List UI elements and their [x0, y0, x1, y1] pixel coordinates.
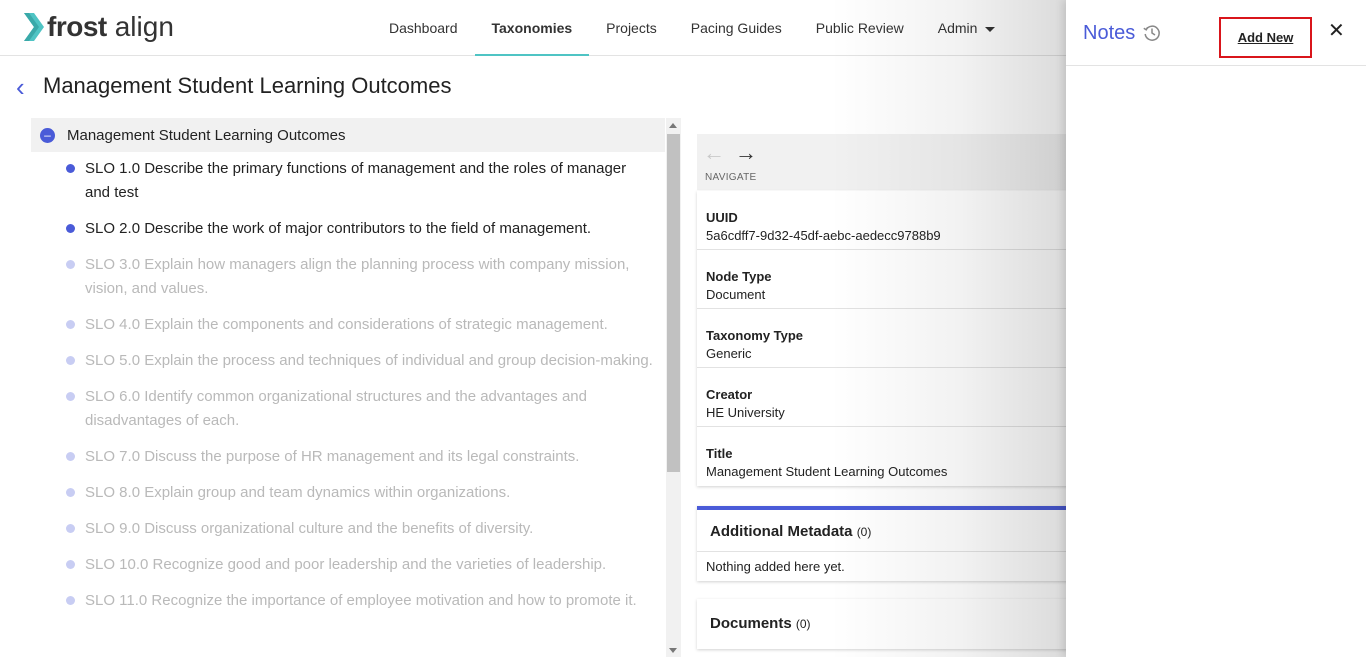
nav-pacing-guides[interactable]: Pacing Guides	[674, 0, 799, 56]
tree-item-slo-4[interactable]: SLO 4.0 Explain the components and consi…	[31, 313, 665, 337]
tree-item-slo-1[interactable]: SLO 1.0 Describe the primary functions o…	[31, 157, 665, 205]
add-new-link[interactable]: Add New	[1238, 30, 1294, 45]
bullet-dot-icon	[66, 260, 75, 269]
additional-metadata-empty: Nothing added here yet.	[706, 559, 845, 574]
prop-value: Generic	[706, 346, 752, 361]
frost-align-logo[interactable]: frost align	[22, 10, 174, 44]
app: frost align Dashboard Taxonomies Project…	[0, 0, 1366, 657]
prop-taxonomy-type: Taxonomy Type Generic	[697, 309, 1097, 368]
scroll-down-arrow-icon[interactable]	[669, 648, 677, 653]
nav-dashboard[interactable]: Dashboard	[372, 0, 475, 56]
bullet-dot-icon	[66, 596, 75, 605]
prop-title: Title Management Student Learning Outcom…	[697, 427, 1097, 486]
main-nav: Dashboard Taxonomies Projects Pacing Gui…	[372, 0, 1012, 56]
documents-count: (0)	[795, 617, 811, 631]
prop-value: HE University	[706, 405, 785, 420]
tree-item-slo-6[interactable]: SLO 6.0 Identify common organizational s…	[31, 385, 665, 433]
bullet-dot-icon	[66, 560, 75, 569]
caret-down-icon	[985, 26, 996, 32]
nav-dashboard-label: Dashboard	[389, 20, 458, 36]
prop-label: Title	[706, 446, 733, 461]
bullet-dot-icon	[66, 452, 75, 461]
tree-item-slo-10[interactable]: SLO 10.0 Recognize good and poor leaders…	[31, 553, 665, 577]
documents-card[interactable]: Documents (0)	[697, 599, 1097, 649]
bullet-dot-icon	[66, 392, 75, 401]
nav-projects-label: Projects	[606, 20, 657, 36]
tree-item-text: SLO 1.0 Describe the primary functions o…	[85, 160, 627, 201]
logo-chevron-icon	[24, 13, 44, 41]
tree-item-text: SLO 6.0 Identify common organizational s…	[85, 388, 587, 429]
node-detail-panel: ← → NAVIGATE UUID 5a6cdff7-9d32-45df-aeb…	[697, 134, 1097, 657]
bullet-dot-icon	[66, 164, 75, 173]
nav-taxonomies-label: Taxonomies	[491, 20, 573, 36]
tree-item-slo-11[interactable]: SLO 11.0 Recognize the importance of emp…	[31, 589, 665, 613]
node-properties: UUID 5a6cdff7-9d32-45df-aebc-aedecc9788b…	[697, 191, 1097, 486]
nav-taxonomies[interactable]: Taxonomies	[474, 0, 590, 56]
prop-label: Creator	[706, 387, 753, 402]
notes-drawer: Notes Add New ✕	[1066, 0, 1366, 657]
tree-item-text: SLO 8.0 Explain group and team dynamics …	[85, 484, 511, 501]
tree-root-label: Management Student Learning Outcomes	[67, 126, 346, 144]
tree-item-text: SLO 2.0 Describe the work of major contr…	[85, 220, 592, 237]
back-chevron-icon[interactable]: ‹	[16, 74, 25, 100]
tree-item-text: SLO 11.0 Recognize the importance of emp…	[85, 592, 637, 609]
prop-value: Management Student Learning Outcomes	[706, 464, 948, 479]
nav-admin-label: Admin	[937, 20, 978, 36]
prop-label: Taxonomy Type	[706, 328, 804, 343]
history-icon[interactable]	[1142, 23, 1162, 43]
arrow-right-icon[interactable]: →	[735, 142, 757, 164]
tree-item-text: SLO 7.0 Discuss the purpose of HR manage…	[85, 448, 580, 465]
prop-value: Document	[706, 287, 766, 302]
tree-item-text: SLO 9.0 Discuss organizational culture a…	[85, 520, 534, 537]
additional-metadata-count: (0)	[856, 525, 872, 539]
tree-scrollbar[interactable]	[666, 118, 681, 657]
bullet-dot-icon	[66, 356, 75, 365]
tree-children: SLO 1.0 Describe the primary functions o…	[31, 152, 665, 613]
tree-item-text: SLO 10.0 Recognize good and poor leaders…	[85, 556, 607, 573]
prop-node-type: Node Type Document	[697, 250, 1097, 309]
nav-admin-dropdown[interactable]: Admin	[921, 0, 1013, 56]
documents-title: Documents	[710, 615, 792, 632]
additional-metadata-card: Additional Metadata (0) Nothing added he…	[697, 506, 1097, 581]
tree-item-text: SLO 4.0 Explain the components and consi…	[85, 316, 608, 333]
add-new-highlight-box: Add New	[1219, 17, 1312, 58]
prop-uuid: UUID 5a6cdff7-9d32-45df-aebc-aedecc9788b…	[697, 191, 1097, 250]
arrow-left-icon[interactable]: ←	[703, 142, 725, 164]
collapse-minus-icon[interactable]: –	[40, 127, 55, 143]
nav-projects[interactable]: Projects	[589, 0, 674, 56]
notes-title: Notes	[1083, 22, 1136, 44]
nav-public-review[interactable]: Public Review	[799, 0, 921, 56]
bullet-dot-icon	[66, 320, 75, 329]
tree-root-node[interactable]: – Management Student Learning Outcomes	[31, 118, 665, 152]
scroll-up-arrow-icon[interactable]	[669, 123, 677, 128]
bullet-dot-icon	[66, 224, 75, 233]
logo-word-frost: frost	[47, 11, 107, 42]
tree-item-slo-2[interactable]: SLO 2.0 Describe the work of major contr…	[31, 217, 665, 241]
prop-value: 5a6cdff7-9d32-45df-aebc-aedecc9788b9	[706, 228, 941, 243]
close-icon[interactable]: ✕	[1328, 21, 1345, 41]
tree-item-slo-3[interactable]: SLO 3.0 Explain how managers align the p…	[31, 253, 665, 301]
page-title: Management Student Learning Outcomes	[43, 73, 452, 98]
nav-public-review-label: Public Review	[815, 20, 904, 36]
prop-label: UUID	[706, 210, 738, 225]
prop-label: Node Type	[706, 269, 772, 284]
tree-item-text: SLO 3.0 Explain how managers align the p…	[85, 256, 630, 297]
additional-metadata-title: Additional Metadata	[710, 523, 853, 540]
tree-item-slo-7[interactable]: SLO 7.0 Discuss the purpose of HR manage…	[31, 445, 665, 469]
logo-word-align: align	[114, 11, 174, 42]
scrollbar-thumb[interactable]	[667, 134, 680, 472]
bullet-dot-icon	[66, 524, 75, 533]
taxonomy-tree: – Management Student Learning Outcomes S…	[31, 118, 665, 657]
additional-metadata-header[interactable]: Additional Metadata (0)	[697, 510, 1097, 552]
notes-drawer-header: Notes Add New ✕	[1066, 0, 1366, 66]
tree-item-text: SLO 5.0 Explain the process and techniqu…	[85, 352, 653, 369]
tree-item-slo-9[interactable]: SLO 9.0 Discuss organizational culture a…	[31, 517, 665, 541]
navigate-box: ← → NAVIGATE	[697, 134, 1097, 190]
tree-item-slo-5[interactable]: SLO 5.0 Explain the process and techniqu…	[31, 349, 665, 373]
bullet-dot-icon	[66, 488, 75, 497]
tree-item-slo-8[interactable]: SLO 8.0 Explain group and team dynamics …	[31, 481, 665, 505]
prop-creator: Creator HE University	[697, 368, 1097, 427]
navigate-label: NAVIGATE	[705, 172, 757, 183]
nav-pacing-guides-label: Pacing Guides	[690, 20, 782, 36]
